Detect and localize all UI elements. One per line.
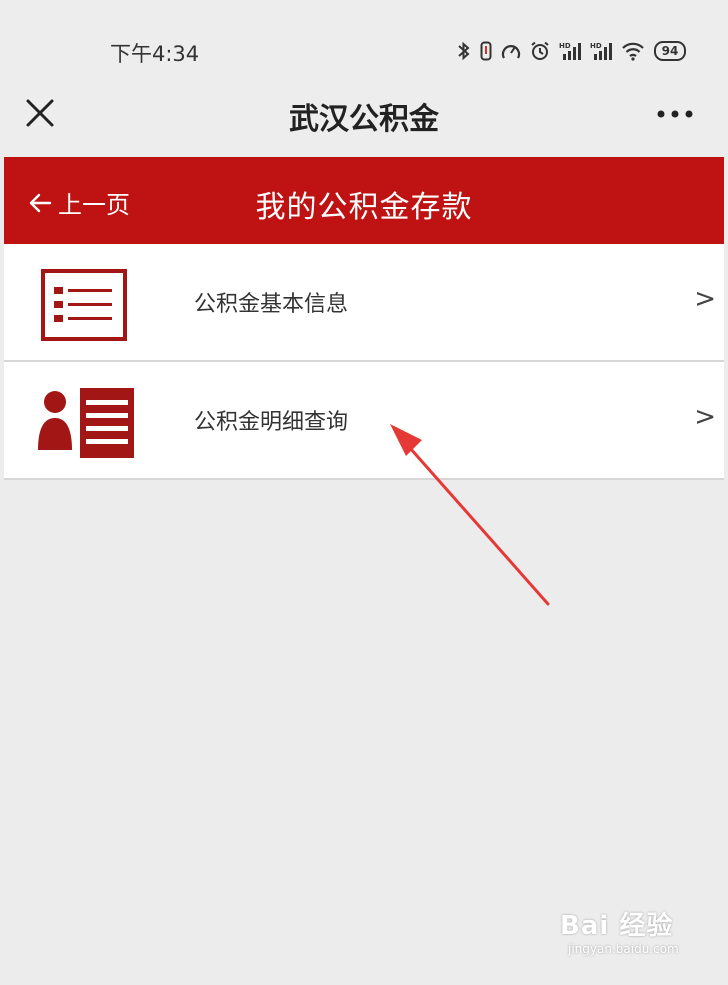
annotation-arrow — [390, 424, 550, 606]
svg-text:HD: HD — [590, 42, 602, 50]
status-icons: HD HD 94 — [457, 38, 686, 64]
menu-item-label: 公积金明细查询 — [194, 410, 349, 435]
menu-item-label: 公积金基本信息 — [194, 292, 349, 317]
signal-hd-icon: HD — [559, 42, 581, 60]
more-dots-icon[interactable] — [656, 104, 694, 124]
app-title: 武汉公积金 — [289, 102, 439, 137]
person-detail-icon — [38, 388, 134, 458]
watermark: Bai 经验 jingyan.baidu.com — [560, 905, 679, 956]
vibrate-icon — [480, 41, 492, 61]
signal-hd-icon: HD — [590, 42, 612, 60]
watermark-url: jingyan.baidu.com — [568, 942, 679, 956]
menu-list: 公积金基本信息 > 公积金明细查询 > — [4, 244, 724, 480]
wifi-icon — [622, 42, 644, 61]
info-list-icon — [41, 269, 127, 341]
title-bar: 武汉公积金 — [0, 84, 728, 156]
chevron-right-icon: > — [694, 402, 716, 432]
page-header: 上一页 我的公积金存款 — [4, 157, 724, 244]
menu-item-detail-query[interactable]: 公积金明细查询 > — [4, 362, 724, 480]
page-title: 我的公积金存款 — [255, 190, 473, 225]
menu-item-basic-info[interactable]: 公积金基本信息 > — [4, 244, 724, 362]
alarm-icon — [531, 41, 549, 60]
chevron-right-icon: > — [694, 284, 716, 314]
battery-level: 94 — [661, 44, 679, 58]
status-time: 下午4:34 — [110, 42, 200, 66]
svg-text:HD: HD — [559, 42, 571, 50]
watermark-logo: Bai 经验 — [560, 911, 674, 941]
battery-icon: 94 — [654, 41, 686, 61]
bluetooth-icon — [458, 41, 470, 61]
status-bar: 下午4:34 HD HD 94 — [0, 0, 728, 84]
gauge-icon — [501, 45, 521, 59]
